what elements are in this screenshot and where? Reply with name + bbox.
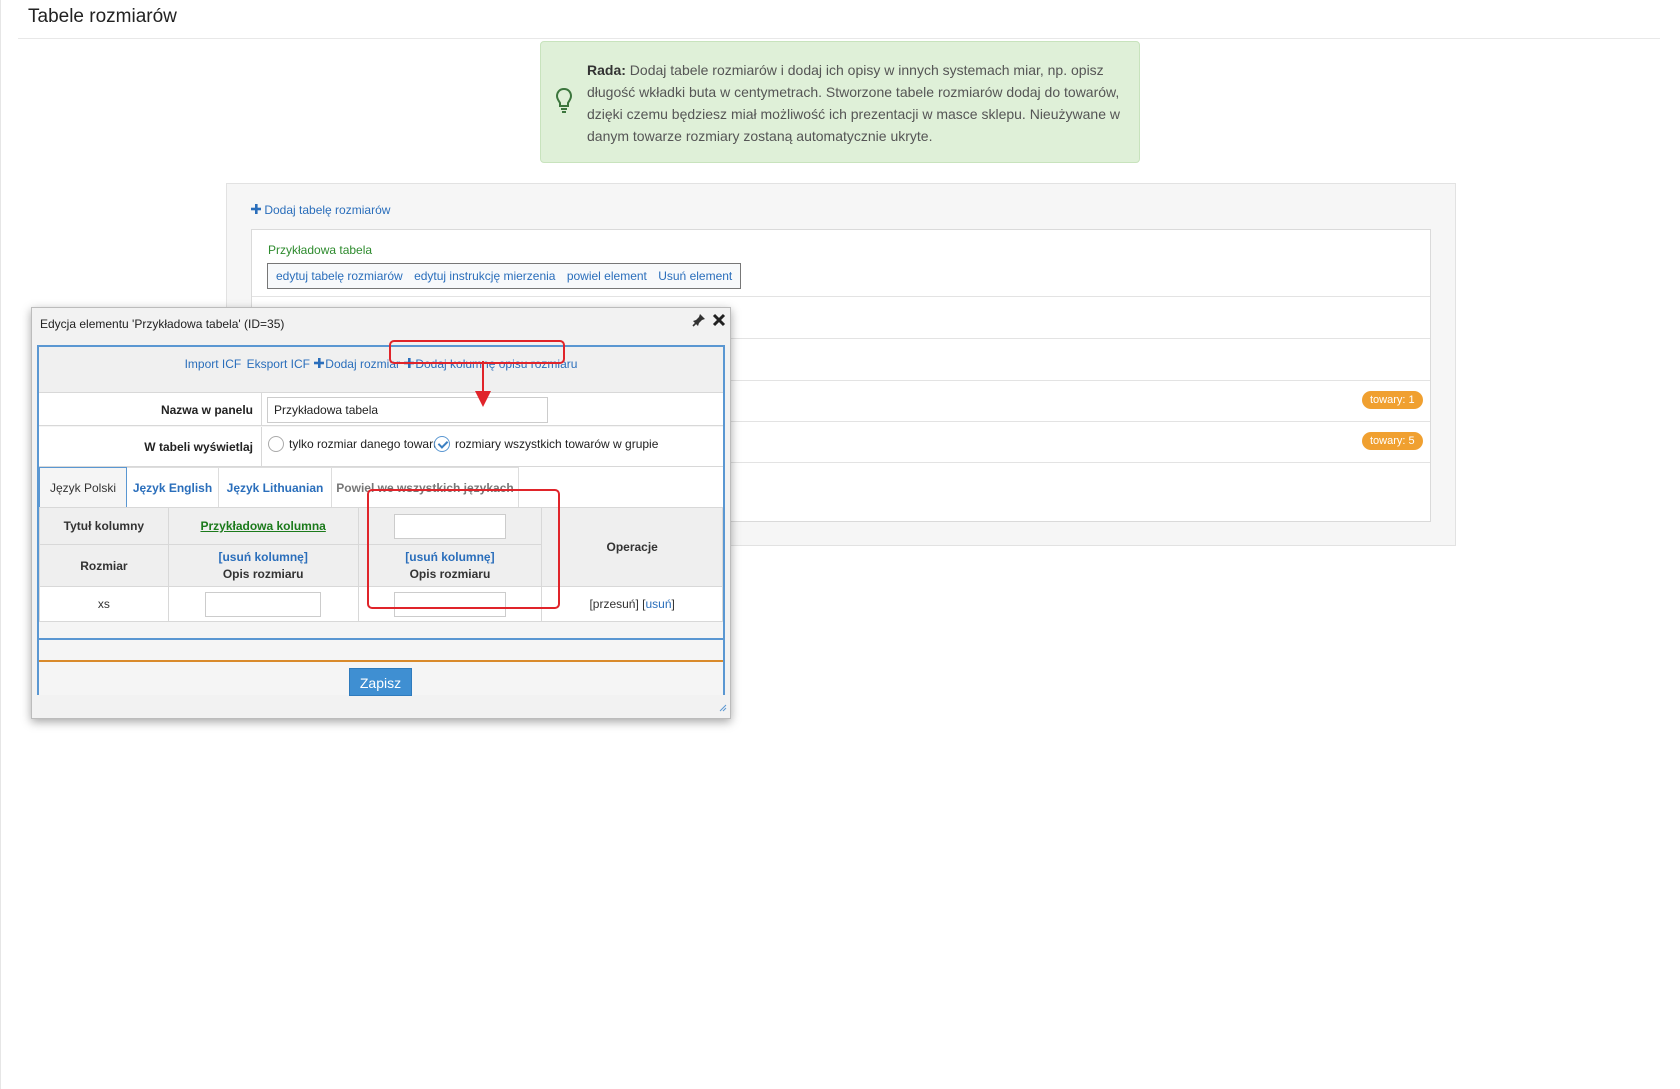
annotation-arrow-icon (470, 361, 496, 412)
save-button[interactable]: Zapisz (349, 668, 412, 696)
add-size-table-label[interactable]: Dodaj tabelę rozmiarów (264, 203, 390, 217)
tip-label: Rada: (587, 62, 626, 78)
size-description-input[interactable] (205, 591, 322, 617)
tip-body: Dodaj tabele rozmiarów i dodaj ich opisy… (587, 62, 1120, 144)
column-title-cell: Przykładowa kolumna (167, 507, 359, 545)
label-separator (261, 393, 262, 425)
label-separator (261, 427, 262, 466)
tip-text: Rada: Dodaj tabele rozmiarów i dodaj ich… (587, 59, 1127, 147)
name-label: Nazwa w panelu (160, 403, 253, 417)
description-header-label: Opis rozmiaru (222, 566, 304, 581)
radio-only-product-size-label[interactable]: tylko rozmiar danego towaru (289, 437, 440, 451)
element-name[interactable]: Przykładowa tabela (268, 243, 372, 257)
column-title-link[interactable]: Przykładowa kolumna (200, 519, 325, 533)
lightbulb-icon (555, 87, 573, 116)
description-header-1: [usuń kolumnę] Opis rozmiaru (167, 544, 359, 587)
highlight-new-column (367, 489, 560, 609)
tab-lithuanian[interactable]: Język Lithuanian (219, 467, 332, 507)
radio-all-group-sizes-label[interactable]: rozmiary wszystkich towarów w grupie (455, 437, 658, 451)
tip-box: Rada: Dodaj tabele rozmiarów i dodaj ich… (540, 41, 1140, 163)
display-row: W tabeli wyświetlaj tylko rozmiar danego… (39, 427, 723, 467)
column-title-label: Tytuł kolumny (39, 507, 169, 545)
name-input[interactable] (267, 397, 548, 423)
products-count-badge[interactable]: towary: 5 (1362, 432, 1423, 450)
remove-row-bracket-close: ] (671, 597, 675, 611)
size-cell: xs (39, 586, 169, 622)
pin-icon[interactable] (692, 313, 706, 330)
export-icf-link[interactable]: Eksport ICF (247, 357, 310, 371)
size-header: Rozmiar (39, 544, 169, 587)
description-cell-1 (167, 586, 359, 622)
display-label: W tabeli wyświetlaj (144, 440, 253, 454)
plus-icon (314, 357, 325, 371)
duplicate-element-link[interactable]: powiel element (567, 269, 647, 283)
dialog-title: Edycja elementu 'Przykładowa tabela' (ID… (40, 317, 285, 331)
operations-cell: [przesuń] [usuń] (541, 586, 723, 622)
remove-row-link[interactable]: usuń (646, 597, 672, 611)
tab-lithuanian-label[interactable]: Język Lithuanian (227, 481, 324, 495)
remove-column-link[interactable]: [usuń kolumnę] (218, 550, 307, 564)
dialog-footer: Zapisz (39, 662, 723, 696)
tab-english-label[interactable]: Język English (133, 481, 212, 495)
element-actions: edytuj tabelę rozmiarów edytuj instrukcj… (267, 263, 742, 289)
delete-element-link[interactable]: Usuń element (658, 269, 732, 283)
add-size-table-link[interactable]: Dodaj tabelę rozmiarów (251, 203, 390, 217)
resize-handle-icon[interactable] (719, 701, 727, 715)
edit-measure-instructions-link[interactable]: edytuj instrukcję mierzenia (414, 269, 555, 283)
row-divider (252, 296, 1430, 297)
dialog-toolbar: Import ICF Eksport ICF Dodaj rozmiar Dod… (39, 347, 723, 393)
tab-polish[interactable]: Język Polski (39, 467, 127, 507)
title-divider (18, 38, 1660, 39)
plus-icon (251, 203, 261, 217)
close-icon[interactable] (712, 313, 726, 330)
import-icf-link[interactable]: Import ICF (185, 357, 242, 371)
operations-header: Operacje (541, 507, 723, 587)
radio-only-product-size[interactable] (268, 436, 284, 452)
products-count-badge[interactable]: towary: 1 (1362, 391, 1423, 409)
page-left-border (0, 0, 1, 1089)
edit-size-table-link[interactable]: edytuj tabelę rozmiarów (276, 269, 403, 283)
page-title: Tabele rozmiarów (28, 6, 177, 27)
move-row-link[interactable]: [przesuń] (589, 597, 638, 611)
table-bottom-rule (39, 638, 723, 640)
name-row: Nazwa w panelu (39, 393, 723, 426)
tab-english[interactable]: Język English (127, 467, 219, 507)
radio-all-group-sizes[interactable] (434, 436, 450, 452)
